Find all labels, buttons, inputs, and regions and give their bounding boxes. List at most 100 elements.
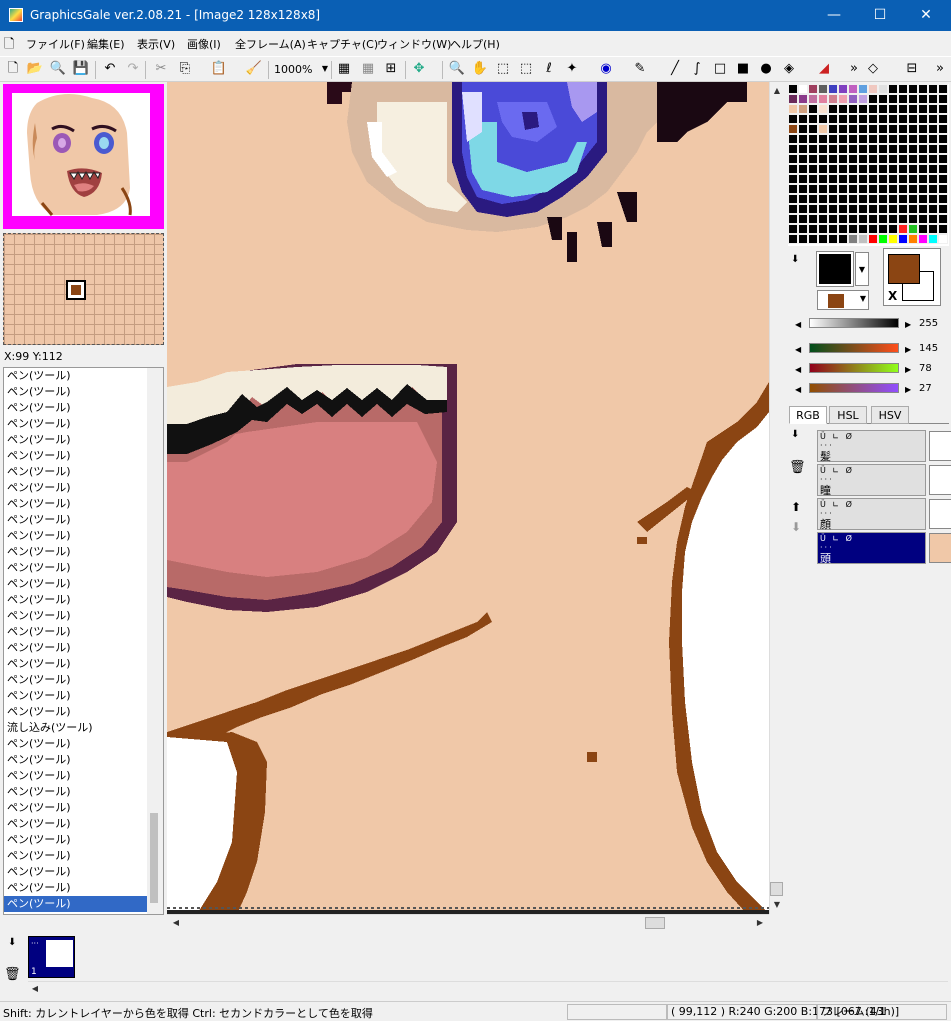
palette-swatch[interactable] [788,114,798,124]
palette-swatch[interactable] [888,194,898,204]
move-up-icon[interactable]: ⬆ [791,500,801,514]
palette-swatch[interactable] [798,84,808,94]
palette-swatch[interactable] [788,144,798,154]
palette-swatch[interactable] [938,114,948,124]
palette-swatch[interactable] [788,204,798,214]
palette-swatch[interactable] [848,144,858,154]
palette-swatch[interactable] [828,204,838,214]
palette-swatch[interactable] [828,144,838,154]
palette-swatch[interactable] [798,194,808,204]
import-icon[interactable]: ⬇ [791,254,799,265]
palette-swatch[interactable] [878,194,888,204]
slider-right-arrow[interactable]: ▶ [905,365,911,374]
palette-swatch[interactable] [858,154,868,164]
palette-swatch[interactable] [868,164,878,174]
palette-swatch[interactable] [818,184,828,194]
palette-swatch[interactable] [878,234,888,244]
palette-swatch[interactable] [918,164,928,174]
palette-swatch[interactable] [828,184,838,194]
history-item[interactable]: ペン(ツール) [4,880,163,896]
palette-swatch[interactable] [918,234,928,244]
close-button[interactable]: ✕ [903,0,949,31]
palette-swatch[interactable] [798,174,808,184]
palette-swatch[interactable] [888,224,898,234]
color-select-icon[interactable]: ◉ [597,60,615,78]
palette-swatch[interactable] [808,194,818,204]
palette-swatch[interactable] [838,144,848,154]
palette-swatch[interactable] [828,224,838,234]
palette-swatch[interactable] [928,94,938,104]
palette-swatch[interactable] [788,214,798,224]
grid-icon[interactable]: ▦ [335,60,353,78]
palette-swatch[interactable] [878,164,888,174]
palette-swatch[interactable] [828,94,838,104]
curve-tool-icon[interactable]: ∫ [688,60,706,78]
history-item[interactable]: ペン(ツール) [4,832,163,848]
palette-swatch[interactable] [788,234,798,244]
import-layer-icon[interactable]: ⬇ [791,429,799,440]
palette-swatch[interactable] [878,174,888,184]
palette-swatch[interactable] [808,164,818,174]
palette-swatch[interactable] [918,114,928,124]
palette-swatch[interactable] [858,114,868,124]
palette-swatch[interactable] [848,114,858,124]
palette-swatch[interactable] [908,124,918,134]
line-tool-icon[interactable]: ╱ [666,60,684,78]
palette-swatch[interactable] [908,104,918,114]
palette-swatch[interactable] [898,124,908,134]
palette-swatch[interactable] [788,124,798,134]
palette-swatch[interactable] [798,224,808,234]
palette-swatch[interactable] [938,184,948,194]
palette-swatch[interactable] [888,214,898,224]
history-item[interactable]: ペン(ツール) [4,512,163,528]
filled-rect-icon[interactable]: ■ [734,60,752,78]
green-slider[interactable] [809,363,899,373]
hand-tool-icon[interactable]: ✋ [471,60,489,78]
palette-swatch[interactable] [878,224,888,234]
pixel-grid-icon[interactable]: ▦ [359,60,377,78]
scroll-left-arrow[interactable]: ◀ [28,982,42,996]
palette-swatch[interactable] [858,124,868,134]
palette-swatch[interactable] [808,204,818,214]
palette-swatch[interactable] [818,204,828,214]
palette-swatch[interactable] [888,164,898,174]
palette-swatch[interactable] [868,114,878,124]
palette-swatch[interactable] [868,154,878,164]
slider-left-arrow[interactable]: ◀ [795,385,801,394]
palette-swatch[interactable] [838,84,848,94]
palette-swatch[interactable] [808,94,818,104]
clear-icon[interactable]: 🧹 [245,60,263,78]
palette-swatch[interactable] [838,194,848,204]
palette-swatch[interactable] [868,94,878,104]
palette-swatch[interactable] [798,234,808,244]
copy-icon[interactable]: ⎘ [176,60,194,78]
magic-wand-icon[interactable]: ✦ [563,60,581,78]
history-item[interactable]: ペン(ツール) [4,624,163,640]
palette-swatch[interactable] [918,104,928,114]
history-item[interactable]: ペン(ツール) [4,400,163,416]
history-item[interactable]: ペン(ツール) [4,608,163,624]
layer-item[interactable]: Ü ∟ Ø ··· 瞳 [817,464,951,497]
drawing-canvas[interactable] [167,82,769,914]
palette-swatch[interactable] [928,144,938,154]
palette-swatch[interactable] [928,204,938,214]
palette-swatch[interactable] [788,224,798,234]
history-item[interactable]: ペン(ツール) [4,416,163,432]
palette-swatch[interactable] [898,184,908,194]
palette-swatch[interactable] [878,214,888,224]
palette-swatch[interactable] [868,144,878,154]
palette-swatch[interactable] [908,194,918,204]
palette-swatch[interactable] [908,224,918,234]
history-item-selected[interactable]: ペン(ツール) [4,896,163,912]
scroll-right-arrow[interactable]: ▶ [753,916,767,930]
palette-swatch[interactable] [858,184,868,194]
palette-swatch[interactable] [828,214,838,224]
palette-swatch[interactable] [818,214,828,224]
palette-swatch[interactable] [918,214,928,224]
palette-swatch[interactable] [818,224,828,234]
palette-swatch[interactable] [828,154,838,164]
palette-swatch[interactable] [798,204,808,214]
palette-swatch[interactable] [848,124,858,134]
minimize-button[interactable]: — [811,0,857,31]
palette-swatch[interactable] [818,174,828,184]
